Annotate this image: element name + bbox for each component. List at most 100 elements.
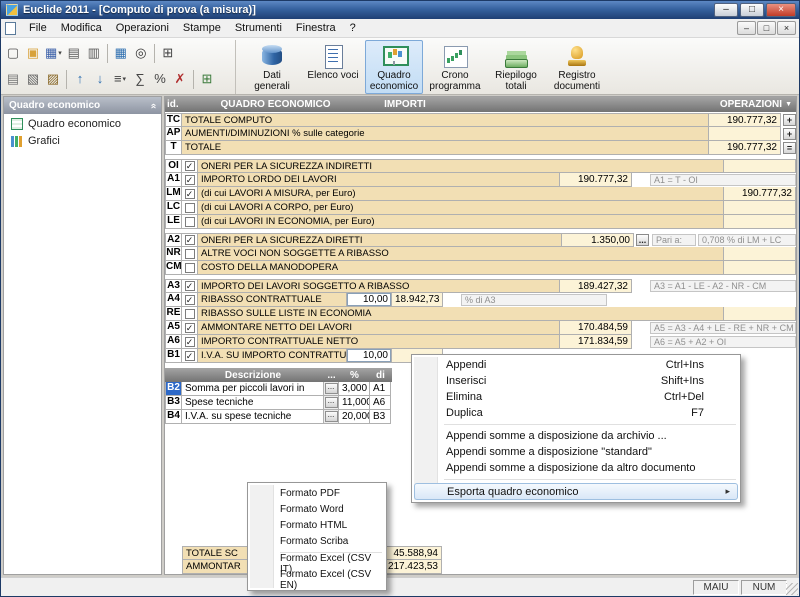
menu-item-formato-html[interactable]: Formato HTML [250,517,384,533]
more-button-B4[interactable]: ... [325,411,338,422]
dati-generali-button[interactable]: Dati generali [243,40,301,94]
checkbox-A4[interactable]: ✓ [185,295,195,305]
checkbox-A5[interactable]: ✓ [185,323,195,333]
operazioni-label: OPERAZIONI [720,99,782,110]
checkbox-NR[interactable] [185,249,195,259]
move-down-button[interactable]: ↓ [90,69,110,90]
open-folder-button[interactable]: ▣ [23,43,43,64]
menu-item-appendi[interactable]: AppendiCtrl+Ins [414,357,738,373]
menu-item-inserisci[interactable]: InserisciShift+Ins [414,373,738,389]
riepilogo-totali-button[interactable]: Riepilogo totali [487,40,545,94]
save-icon: ▦ [45,46,57,60]
sidebar-item-quadro-economico[interactable]: Quadro economico [4,114,161,131]
mdi-restore-button[interactable]: □ [757,21,776,35]
menu-shortcut: Shift+Ins [661,375,730,387]
crono-programma-button[interactable]: Crono programma [426,40,484,94]
checkbox-A2[interactable]: ✓ [185,235,195,245]
row-id-OI: OI [165,159,182,173]
mdi-minimize-button[interactable]: – [737,21,756,35]
checkbox-CM[interactable] [185,263,195,273]
checkbox-A1[interactable]: ✓ [185,175,195,185]
menu-item-formato-word[interactable]: Formato Word [250,501,384,517]
more-button-B2[interactable]: ... [325,383,338,394]
print-button[interactable]: ▤ [64,43,84,64]
op-button-AP[interactable]: + [783,128,796,140]
copy-button[interactable]: ▧ [23,69,43,90]
sidebar-header[interactable]: Quadro economico « [4,97,161,114]
row-value-A4: 18.942,73 [392,293,443,307]
op-button-T[interactable]: = [783,142,796,154]
checkbox-B1[interactable]: ✓ [185,351,195,361]
print-document-button[interactable]: ▤ [3,69,23,90]
subrow-desc-B3: Spese tecniche [182,396,324,410]
menubar-item-strumenti[interactable]: Strumenti [228,20,289,37]
minimize-button[interactable]: – [714,3,738,17]
menubar: FileModificaOperazioniStampeStrumentiFin… [1,19,799,38]
sidebar-item-grafici[interactable]: Grafici [4,131,161,148]
operazioni-menu[interactable]: OPERAZIONI ▼ [720,99,796,110]
menu-item-formato-excel-csv-en[interactable]: Formato Excel (CSV EN) [250,572,384,588]
row-label-T: TOTALE [182,141,709,155]
maximize-button[interactable]: □ [740,3,764,17]
table-header: id. QUADRO ECONOMICO IMPORTI OPERAZIONI … [165,97,796,112]
delete-button[interactable]: ✗ [170,69,190,90]
input-B1[interactable] [347,349,391,362]
more-button-A2[interactable]: ... [636,234,649,246]
checkbox-LE[interactable] [185,217,195,227]
sum-button[interactable]: ∑ [130,69,150,90]
col-percent: % [339,370,370,381]
menubar-item-modifica[interactable]: Modifica [54,20,109,37]
input-A4[interactable] [347,293,391,306]
registro-documenti-button[interactable]: Registro documenti [548,40,606,94]
menu-item-elimina[interactable]: EliminaCtrl+Del [414,389,738,405]
row-value-T: 190.777,32 [709,141,781,155]
percent-button[interactable]: % [150,69,170,90]
list-menu-icon: ≡ [114,72,122,86]
save-button[interactable]: ▦▾ [43,43,64,64]
collapse-icon[interactable]: « [148,103,158,109]
paste-button[interactable]: ▨ [43,69,63,90]
checkbox-LM[interactable]: ✓ [185,189,195,199]
move-up-button[interactable]: ↑ [70,69,90,90]
checkbox-LC[interactable] [185,203,195,213]
more-button-B3[interactable]: ... [325,397,338,408]
op-button-TC[interactable]: + [783,114,796,126]
row-id-A2: A2 [165,233,182,247]
grid-button[interactable]: ⊞ [197,69,217,90]
menu-item-formato-scriba[interactable]: Formato Scriba [250,533,384,549]
menubar-item-help[interactable]: ? [343,20,363,37]
toolbar-separator [66,70,67,89]
mdi-close-button[interactable]: × [777,21,796,35]
menubar-item-file[interactable]: File [22,20,54,37]
checkbox-A6[interactable]: ✓ [185,337,195,347]
table-row-LE: LE(di cui LAVORI IN ECONOMIA, per Euro) [165,215,796,229]
menu-item-esporta-quadro-economico[interactable]: Esporta quadro economico▸ [414,483,738,500]
document-icon[interactable] [5,22,16,35]
row-value-AP [709,127,781,141]
menu-item-duplica[interactable]: DuplicaF7 [414,405,738,421]
checkbox-RE[interactable] [185,309,195,319]
menubar-item-stampe[interactable]: Stampe [176,20,228,37]
subrow-di-B3: A6 [370,396,391,410]
print-preview-button[interactable]: ▥ [84,43,104,64]
new-document-button[interactable]: ▢ [3,43,23,64]
row-label-A3: IMPORTO DEI LAVORI SOGGETTO A RIBASSO [198,279,560,293]
row-id-LM: LM [165,187,182,201]
menu-item-appendi-somme-a-disposizione-standard[interactable]: Appendi somme a disposizione "standard" [414,444,738,460]
close-button[interactable]: × [766,3,796,17]
menubar-item-operazioni[interactable]: Operazioni [109,20,176,37]
menu-item-appendi-somme-a-disposizione-da-archivio[interactable]: Appendi somme a disposizione da archivio… [414,428,738,444]
subtable: Descrizione ... % di B2Somma per piccoli… [165,368,392,424]
menubar-item-finestra[interactable]: Finestra [289,20,343,37]
find-button[interactable]: ◎ [131,43,151,64]
checkbox-A3[interactable]: ✓ [185,281,195,291]
quadro-economico-button[interactable]: Quadro economico [365,40,423,94]
elenco-voci-button[interactable]: Elenco voci [304,40,362,94]
checkbox-OI[interactable]: ✓ [185,161,195,171]
list-menu-button[interactable]: ≡▾ [110,69,130,90]
menu-item-appendi-somme-a-disposizione-da-altro-documento[interactable]: Appendi somme a disposizione da altro do… [414,460,738,476]
menu-item-formato-pdf[interactable]: Formato PDF [250,485,384,501]
calculator-button[interactable]: ⊞ [158,43,178,64]
price-list-button[interactable]: ▦ [111,43,131,64]
resize-grip[interactable] [786,583,798,595]
